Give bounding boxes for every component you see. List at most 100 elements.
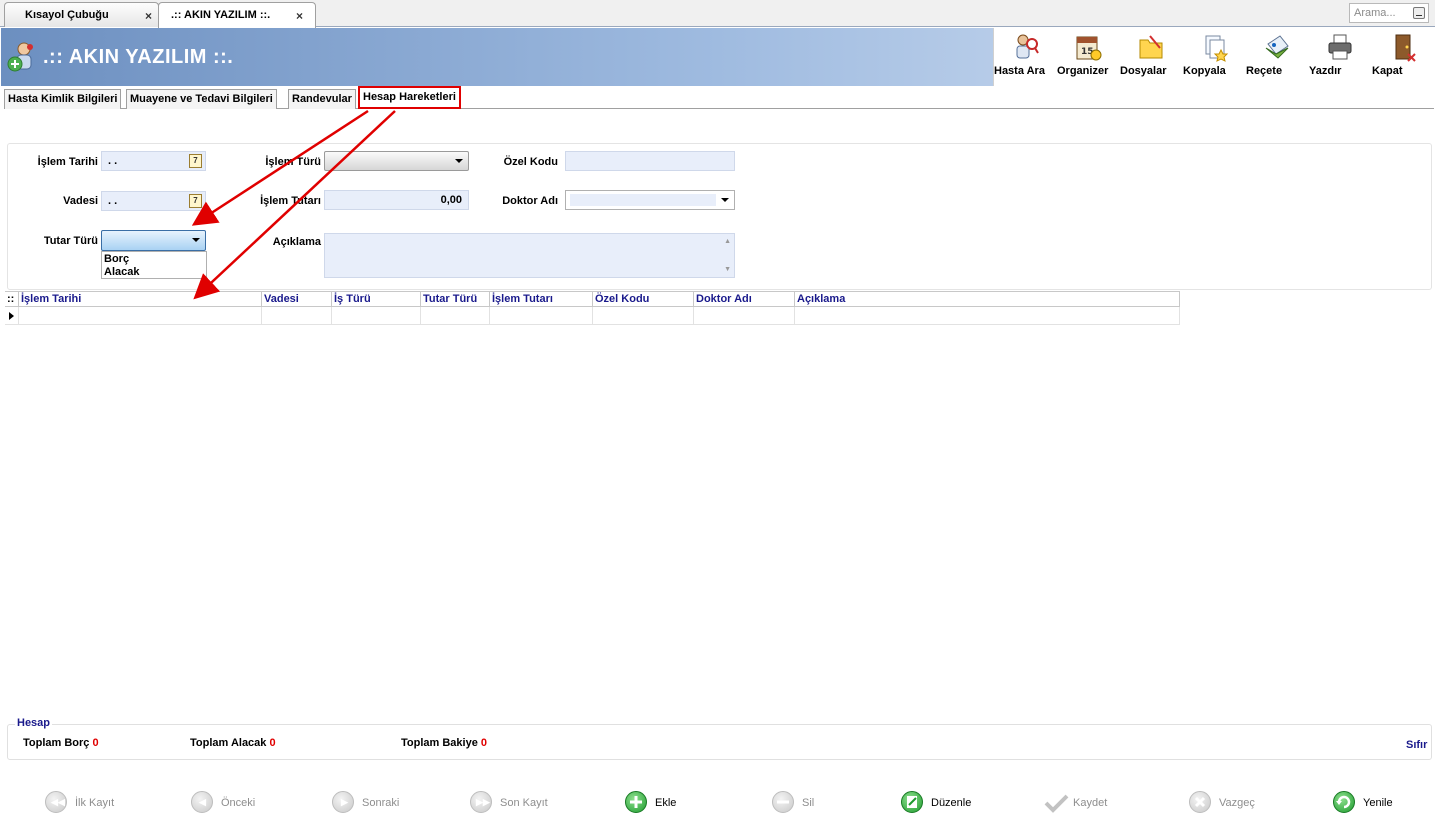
kaydet-label: Kaydet: [1073, 797, 1108, 809]
toplam-alacak-value: 0: [269, 737, 276, 749]
organizer-label: Organizer: [1057, 65, 1109, 77]
toplam-alacak-label: Toplam Alacak: [190, 737, 267, 749]
hasta-ara-label: Hasta Ara: [994, 65, 1045, 77]
tab-akin-yazilim[interactable]: .:: AKIN YAZILIM ::. ×: [158, 2, 316, 28]
table-cell[interactable]: [794, 307, 1180, 325]
column-header-is-turu[interactable]: İş Türü: [331, 292, 420, 307]
hasta-ara-button[interactable]: Hasta Ara: [994, 32, 1056, 77]
son-kayit-label: Son Kayıt: [500, 797, 548, 809]
vadesi-field[interactable]: . . 7: [101, 191, 206, 211]
doktor-adi-label: Doktor Adı: [502, 195, 558, 207]
dosyalar-button[interactable]: Dosyalar: [1120, 32, 1182, 77]
islem-turu-select[interactable]: [324, 151, 469, 171]
kapat-button[interactable]: Kapat: [1372, 32, 1434, 77]
tab-kisayol-cubugu[interactable]: Kısayol Çubuğu ×: [4, 2, 159, 27]
sil-label: Sil: [802, 797, 815, 809]
table-cell[interactable]: [18, 307, 261, 325]
onceki-label: Önceki: [221, 797, 256, 809]
kapat-label: Kapat: [1372, 65, 1403, 77]
scroll-up-icon[interactable]: ▲: [724, 238, 731, 245]
recete-button[interactable]: Reçete: [1246, 32, 1308, 77]
table-cell[interactable]: [420, 307, 489, 325]
kopyala-label: Kopyala: [1183, 65, 1226, 77]
yazdir-label: Yazdır: [1309, 65, 1342, 77]
kopyala-button[interactable]: Kopyala: [1183, 32, 1245, 77]
table-cell[interactable]: [592, 307, 693, 325]
search-input[interactable]: Arama...: [1349, 3, 1429, 23]
table-row[interactable]: [5, 307, 1180, 325]
calendar-icon[interactable]: 7: [189, 194, 202, 208]
search-placeholder: Arama...: [1354, 7, 1396, 19]
table-cell[interactable]: [331, 307, 420, 325]
sifir-link[interactable]: Sıfır: [1406, 739, 1427, 751]
yazdir-button[interactable]: Yazdır: [1309, 32, 1371, 77]
copy-icon: [1205, 35, 1229, 62]
close-icon[interactable]: ×: [296, 9, 303, 23]
doktor-adi-select[interactable]: [565, 190, 735, 210]
calendar-icon: 15: [1076, 36, 1102, 61]
table-cell[interactable]: [261, 307, 331, 325]
islem-tutari-value: 0,00: [440, 194, 462, 206]
column-header-vadesi[interactable]: Vadesi: [261, 292, 331, 307]
tab-label: Randevular: [292, 93, 352, 105]
toplam-borc-value: 0: [92, 737, 99, 749]
tab-muayene-ve-tedavi-bilgileri[interactable]: Muayene ve Tedavi Bilgileri: [126, 89, 277, 109]
checkmark-icon: [1043, 793, 1069, 813]
exit-door-icon: [1395, 34, 1416, 62]
ilk-kayit-label: İlk Kayıt: [75, 797, 115, 809]
patient-icon: [7, 42, 33, 72]
annotation-arrows: [191, 109, 396, 300]
tab-label: Hasta Kimlik Bilgileri: [8, 93, 118, 105]
islem-tutari-label: İşlem Tutarı: [260, 195, 321, 207]
dropdown-option-borc[interactable]: Borç: [104, 253, 206, 266]
islem-turu-label: İşlem Türü: [265, 156, 321, 168]
printer-icon: [1328, 34, 1352, 60]
cancel-icon: [1189, 791, 1211, 813]
close-icon[interactable]: ×: [145, 9, 152, 23]
toplam-bakiye-value: 0: [480, 737, 488, 749]
toplam-borc: Toplam Borç 0: [23, 737, 99, 749]
vazgec-label: Vazgeç: [1219, 797, 1255, 809]
vadesi-label: Vadesi: [63, 195, 98, 207]
aciklama-label: Açıklama: [272, 236, 321, 248]
table-cell[interactable]: [693, 307, 794, 325]
last-record-icon: ▶▶: [470, 791, 492, 813]
prescription-icon: [1265, 35, 1289, 59]
search-options-icon[interactable]: [1413, 7, 1425, 19]
detail-tabs: Hasta Kimlik Bilgileri Muayene ve Tedavi…: [4, 86, 1434, 109]
sonraki-label: Sonraki: [362, 797, 400, 809]
dosyalar-label: Dosyalar: [1120, 65, 1167, 77]
column-header-islem-tutari[interactable]: İşlem Tutarı: [489, 292, 592, 307]
islem-tarihi-field[interactable]: . . 7: [101, 151, 206, 171]
chevron-down-icon: [192, 238, 200, 242]
refresh-icon: [1333, 791, 1355, 813]
chevron-down-icon: [721, 198, 729, 202]
column-header-aciklama[interactable]: Açıklama: [794, 292, 1180, 307]
ozel-kodu-field[interactable]: [565, 151, 735, 171]
page-title: .:: AKIN YAZILIM ::.: [43, 46, 234, 68]
table-cell[interactable]: [489, 307, 592, 325]
tab-label: Muayene ve Tedavi Bilgileri: [130, 93, 273, 105]
tab-randevular[interactable]: Randevular: [288, 89, 356, 109]
tab-hasta-kimlik-bilgileri[interactable]: Hasta Kimlik Bilgileri: [4, 89, 122, 109]
tutar-turu-dropdown: Borç Alacak: [101, 251, 207, 279]
tab-label: Kısayol Çubuğu: [25, 9, 109, 21]
column-header-tutar-turu[interactable]: Tutar Türü: [420, 292, 489, 307]
column-header-islem-tarihi[interactable]: İşlem Tarihi: [18, 292, 261, 307]
transactions-grid: :: İşlem Tarihi Vadesi İş Türü Tutar Tür…: [5, 291, 1180, 325]
organizer-button[interactable]: 15 Organizer: [1057, 32, 1119, 77]
main-toolbar: Hasta Ara 15 Organizer Dosyalar Kopyala: [993, 28, 1434, 86]
previous-icon: ◀: [191, 791, 213, 813]
dropdown-option-alacak[interactable]: Alacak: [104, 266, 206, 279]
patient-search-icon: [1016, 34, 1039, 59]
scroll-down-icon[interactable]: ▼: [724, 266, 731, 273]
column-header-ozel-kodu[interactable]: Özel Kodu: [592, 292, 693, 307]
calendar-icon[interactable]: 7: [189, 154, 202, 168]
aciklama-textarea[interactable]: ▲ ▼: [324, 233, 735, 278]
tab-label: .:: AKIN YAZILIM ::.: [171, 9, 271, 21]
vadesi-value: . .: [108, 195, 118, 207]
column-header-doktor-adi[interactable]: Doktor Adı: [693, 292, 794, 307]
tab-hesap-hareketleri[interactable]: Hesap Hareketleri: [358, 86, 461, 109]
tutar-turu-select[interactable]: [101, 230, 206, 251]
islem-tutari-field[interactable]: 0,00: [324, 190, 469, 210]
